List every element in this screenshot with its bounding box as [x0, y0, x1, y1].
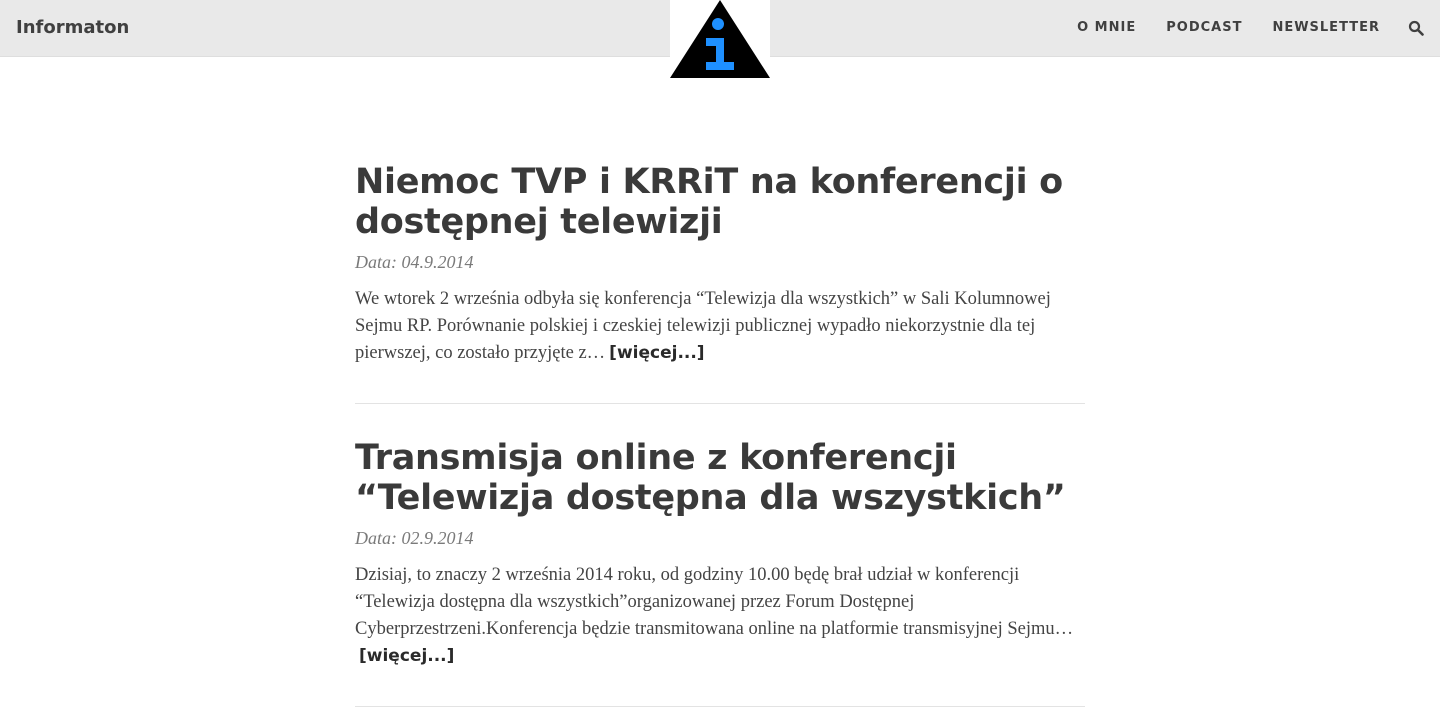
read-more-link[interactable]: [więcej...] — [609, 343, 704, 363]
post-title-link[interactable]: Transmisja online z konferencji “Telewiz… — [355, 438, 1085, 518]
nav-item-podcast[interactable]: PODCAST — [1166, 18, 1242, 38]
read-more-link[interactable]: [więcej...] — [359, 646, 454, 666]
main-nav: O MNIE PODCAST NEWSLETTER — [1047, 18, 1424, 38]
nav-item-newsletter[interactable]: NEWSLETTER — [1272, 18, 1380, 38]
info-triangle-icon[interactable] — [670, 0, 770, 80]
post-item: Niemoc TVP i KRRiT na konferencji o dost… — [355, 162, 1085, 404]
top-bar: Informaton O MNIE PODCAST NEWSLETTER — [0, 0, 1440, 80]
post-title-link[interactable]: Niemoc TVP i KRRiT na konferencji o dost… — [355, 162, 1085, 242]
post-excerpt: Dzisiaj, to znaczy 2 września 2014 roku,… — [355, 562, 1085, 670]
search-icon[interactable] — [1408, 20, 1424, 36]
post-date: Data: 04.9.2014 — [355, 252, 474, 272]
post-list: Niemoc TVP i KRRiT na konferencji o dost… — [355, 162, 1085, 720]
post-excerpt: We wtorek 2 września odbyła się konferen… — [355, 286, 1085, 367]
post-excerpt-text: Dzisiaj, to znaczy 2 września 2014 roku,… — [355, 565, 1074, 639]
site-brand-link[interactable]: Informaton — [16, 16, 129, 40]
post-date: Data: 02.9.2014 — [355, 528, 474, 548]
nav-item-o-mnie[interactable]: O MNIE — [1077, 18, 1136, 38]
post-item: Transmisja online z konferencji “Telewiz… — [355, 438, 1085, 707]
